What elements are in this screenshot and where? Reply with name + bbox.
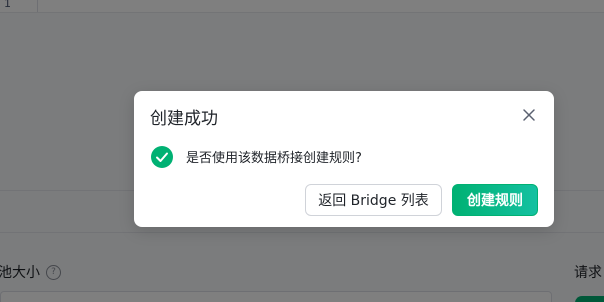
success-check-icon xyxy=(151,146,173,168)
create-rule-button[interactable]: 创建规则 xyxy=(452,184,538,216)
close-icon[interactable] xyxy=(520,106,538,124)
back-to-bridge-list-button[interactable]: 返回 Bridge 列表 xyxy=(305,184,442,216)
page: 1 池大小 ? 请求 创建成功 是否使用该数据桥接创建规则? 返回 Bridge… xyxy=(0,0,604,302)
create-success-dialog: 创建成功 是否使用该数据桥接创建规则? 返回 Bridge 列表 创建规则 xyxy=(134,91,554,227)
dialog-message: 是否使用该数据桥接创建规则? xyxy=(186,151,362,166)
dialog-title: 创建成功 xyxy=(150,109,218,129)
